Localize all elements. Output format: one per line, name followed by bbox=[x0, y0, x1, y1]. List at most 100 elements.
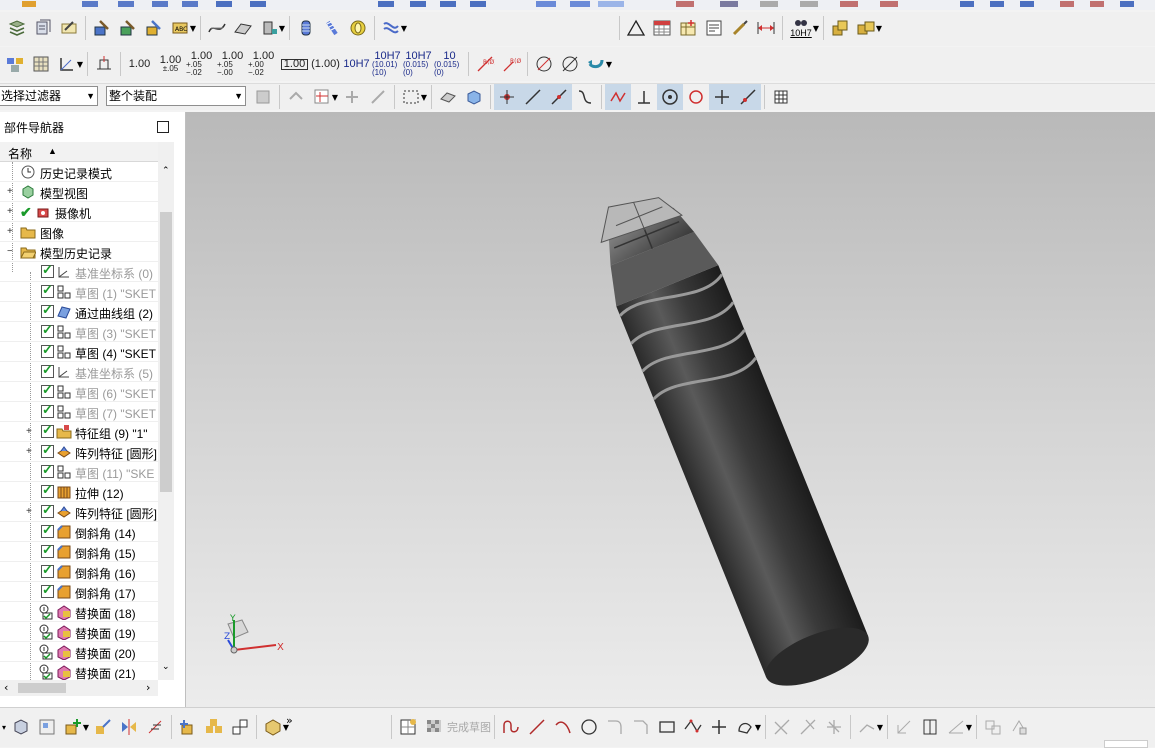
collapse-minus-icon[interactable]: − bbox=[7, 246, 17, 257]
snap-midpoint-icon[interactable] bbox=[546, 84, 572, 110]
chevron-down-icon[interactable]: ▼ bbox=[754, 723, 762, 732]
snap-center-icon[interactable] bbox=[657, 84, 683, 110]
tolerance-bilateral[interactable]: 1.00 ±.05 bbox=[155, 50, 186, 78]
sequence-icon[interactable] bbox=[142, 714, 168, 740]
visibility-checkbox[interactable] bbox=[41, 322, 54, 338]
snap-line-icon[interactable] bbox=[520, 84, 546, 110]
dimension-icon[interactable] bbox=[891, 714, 917, 740]
tree-node-feature-group[interactable]: + 特征组 (9) "1" bbox=[0, 422, 158, 442]
chevron-down-icon[interactable]: ▼ bbox=[331, 93, 339, 102]
tree-node-feature[interactable]: 基准坐标系 (5) bbox=[0, 362, 158, 382]
tree-node-pattern[interactable]: + 阵列特征 [圆形] bbox=[0, 502, 158, 522]
radius-dimension-icon[interactable]: R(Ø) bbox=[472, 51, 498, 77]
tree-node-chamfer[interactable]: 倒斜角 (16) bbox=[0, 562, 158, 582]
quick-trim-icon[interactable] bbox=[769, 714, 795, 740]
radius-dimension-2-icon[interactable]: R(Ø) bbox=[498, 51, 524, 77]
tree-node-feature[interactable]: 草图 (7) "SKET bbox=[0, 402, 158, 422]
gold-part-icon[interactable] bbox=[827, 15, 853, 41]
visibility-checkbox[interactable] bbox=[41, 582, 54, 598]
tree-node-replace-face[interactable]: 替换面 (21) bbox=[0, 662, 158, 680]
dimension-arrow-icon[interactable] bbox=[753, 15, 779, 41]
scroll-left-icon[interactable]: ‹ bbox=[4, 681, 8, 694]
hammer-yellow-icon[interactable] bbox=[141, 15, 167, 41]
tolerance-fit-limits[interactable]: 10H7 (10.01)(10) bbox=[372, 50, 403, 78]
screw-icon[interactable] bbox=[319, 15, 345, 41]
filter-gear-icon[interactable] bbox=[250, 84, 276, 110]
tree-node-extrude[interactable]: 拉伸 (12) bbox=[0, 482, 158, 502]
sketch-plane-icon[interactable] bbox=[980, 714, 1006, 740]
body-select-icon[interactable] bbox=[461, 84, 487, 110]
vertical-scrollbar[interactable]: ⌃ ⌄ bbox=[158, 142, 174, 680]
visibility-checkbox[interactable] bbox=[41, 462, 54, 478]
drawing-sheet-icon[interactable] bbox=[701, 15, 727, 41]
tree-node-images[interactable]: + 图像 bbox=[0, 222, 158, 242]
overflow-icon[interactable]: » bbox=[286, 714, 293, 727]
polygon-icon[interactable] bbox=[680, 714, 706, 740]
gold-multi-icon[interactable] bbox=[201, 714, 227, 740]
brush-icon[interactable] bbox=[727, 15, 753, 41]
profile-icon[interactable] bbox=[498, 714, 524, 740]
scope-filter-select[interactable]: 整个装配 ▼ bbox=[106, 86, 246, 106]
tree-node-pattern[interactable]: + 阵列特征 [圆形] bbox=[0, 442, 158, 462]
visibility-checkbox[interactable] bbox=[41, 502, 54, 518]
arc-icon[interactable] bbox=[550, 714, 576, 740]
visibility-checkbox[interactable] bbox=[41, 522, 54, 538]
visibility-checkbox[interactable] bbox=[41, 562, 54, 578]
chevron-down-icon[interactable]: ▾ bbox=[0, 723, 8, 732]
scrollbar-thumb[interactable] bbox=[18, 683, 66, 693]
tolerance-fit[interactable]: 10H7 bbox=[341, 50, 372, 78]
tree-node-replace-face[interactable]: 替换面 (18) bbox=[0, 602, 158, 622]
chevron-down-icon[interactable]: ▼ bbox=[400, 24, 408, 33]
chevron-down-icon[interactable]: ▼ bbox=[876, 723, 884, 732]
constraint-icon[interactable] bbox=[227, 714, 253, 740]
hammer-blue-icon[interactable] bbox=[89, 15, 115, 41]
expand-plus-icon[interactable]: + bbox=[26, 446, 36, 457]
finish-sketch-label[interactable]: 完成草图 bbox=[447, 719, 491, 735]
layer-stack-icon[interactable] bbox=[30, 15, 56, 41]
line-icon[interactable] bbox=[524, 714, 550, 740]
tree-node-history-mode[interactable]: 历史记录模式 bbox=[0, 162, 158, 182]
tree-node-feature[interactable]: 草图 (6) "SKET bbox=[0, 382, 158, 402]
visibility-checkbox[interactable] bbox=[41, 262, 54, 278]
expand-plus-icon[interactable]: + bbox=[26, 506, 36, 517]
select-feature-icon[interactable] bbox=[283, 84, 309, 110]
assembly-icon[interactable] bbox=[8, 714, 34, 740]
scroll-down-icon[interactable]: ⌄ bbox=[162, 662, 170, 672]
tree-node-feature[interactable]: 草图 (1) "SKET bbox=[0, 282, 158, 302]
horizontal-scrollbar[interactable]: ‹ › bbox=[0, 680, 158, 696]
sheet-stack-icon[interactable] bbox=[4, 15, 30, 41]
chevron-down-icon[interactable]: ▼ bbox=[82, 723, 90, 732]
scroll-right-icon[interactable]: › bbox=[146, 681, 150, 694]
chevron-down-icon[interactable]: ▼ bbox=[875, 24, 883, 33]
chevron-down-icon[interactable]: ▼ bbox=[605, 60, 613, 69]
tree-node-chamfer[interactable]: 倒斜角 (17) bbox=[0, 582, 158, 602]
move-component-icon[interactable] bbox=[90, 714, 116, 740]
tolerance-reference[interactable]: (1.00) bbox=[310, 50, 341, 78]
type-filter-select[interactable]: 选择过滤器 ▼ bbox=[0, 86, 98, 106]
expand-plus-icon[interactable]: + bbox=[26, 426, 36, 437]
chevron-down-icon[interactable]: ▼ bbox=[76, 60, 84, 69]
hammer-green-icon[interactable] bbox=[115, 15, 141, 41]
spring-blue-icon[interactable] bbox=[293, 15, 319, 41]
tree-node-replace-face[interactable]: 替换面 (20) bbox=[0, 642, 158, 662]
visibility-checkbox[interactable] bbox=[41, 382, 54, 398]
visibility-checkbox[interactable] bbox=[41, 482, 54, 498]
surface-icon[interactable] bbox=[230, 15, 256, 41]
visibility-checkbox[interactable] bbox=[41, 422, 54, 438]
finish-sketch-flag-icon[interactable] bbox=[421, 714, 447, 740]
snap-perpendicular-icon[interactable] bbox=[631, 84, 657, 110]
tolerance-none[interactable]: 1.00 bbox=[124, 50, 155, 78]
make-corner-icon[interactable] bbox=[821, 714, 847, 740]
tree-node-model-views[interactable]: + 模型视图 bbox=[0, 182, 158, 202]
scroll-up-icon[interactable]: ⌃ bbox=[162, 166, 170, 176]
curve-through-icon[interactable] bbox=[204, 15, 230, 41]
tolerance-deviation[interactable]: 10 (0.015)(0) bbox=[434, 50, 465, 78]
maximize-icon[interactable] bbox=[157, 121, 169, 133]
ruler-icon[interactable] bbox=[917, 714, 943, 740]
tree-node-feature[interactable]: 草图 (3) "SKET bbox=[0, 322, 158, 342]
tree-node-feature[interactable]: 通过曲线组 (2) bbox=[0, 302, 158, 322]
visibility-checkbox[interactable] bbox=[41, 402, 54, 418]
part-structure-icon[interactable] bbox=[2, 51, 28, 77]
select-point-icon[interactable] bbox=[339, 84, 365, 110]
snap-curve-icon[interactable] bbox=[572, 84, 598, 110]
